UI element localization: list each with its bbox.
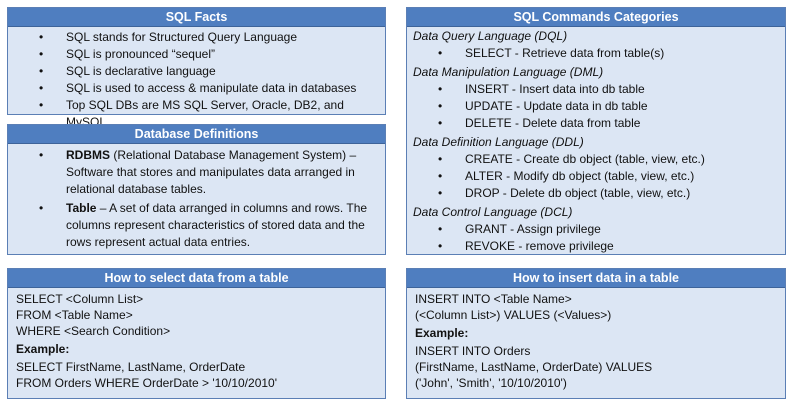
list-item: UPDATE - Update data in db table [407, 98, 785, 115]
category-name: Data Manipulation Language (DML) [413, 65, 604, 79]
example-label: Example: [16, 342, 70, 356]
definition-text: – A set of data arranged in columns and … [66, 201, 368, 249]
select-data-title: How to select data from a table [8, 269, 385, 288]
database-definitions-panel: Database Definitions RDBMS (Relational D… [7, 124, 386, 255]
code-line: WHERE <Search Condition> [16, 324, 171, 338]
code-line: ('John', 'Smith', '10/10/2010') [415, 376, 567, 390]
category-name: Data Definition Language (DDL) [413, 135, 584, 149]
sql-commands-categories-panel: SQL Commands Categories Data Query Langu… [406, 7, 786, 255]
list-item: GRANT - Assign privilege [407, 221, 785, 238]
insert-data-title: How to insert data in a table [407, 269, 785, 288]
definition-text: (Relational Database Management System) … [66, 148, 357, 196]
sql-facts-panel: SQL Facts SQL stands for Structured Quer… [7, 7, 386, 129]
code-line: SELECT FirstName, LastName, OrderDate [16, 360, 246, 374]
code-line: (<Column List>) VALUES (<Values>) [415, 308, 612, 322]
database-definitions-title: Database Definitions [8, 125, 385, 144]
list-item: DROP - Delete db object (table, view, et… [407, 185, 785, 202]
category-group-ddl: Data Definition Language (DDL) CREATE - … [407, 132, 785, 202]
category-group-dql: Data Query Language (DQL) SELECT - Retri… [407, 27, 785, 62]
category-group-dcl: Data Control Language (DCL) GRANT - Assi… [407, 202, 785, 255]
code-line: INSERT INTO Orders [415, 344, 531, 358]
list-item: SQL is pronounced “sequel” [8, 46, 385, 63]
example-label: Example: [415, 326, 469, 340]
list-item: INSERT - Insert data into db table [407, 81, 785, 98]
list-item: REVOKE - remove privilege [407, 238, 785, 255]
code-line: FROM Orders WHERE OrderDate > '10/10/201… [16, 376, 278, 390]
category-group-dml: Data Manipulation Language (DML) INSERT … [407, 62, 785, 132]
select-syntax: SELECT <Column List> FROM <Table Name> W… [8, 288, 385, 391]
sql-facts-list: SQL stands for Structured Query Language… [8, 27, 385, 131]
code-line: (FirstName, LastName, OrderDate) VALUES [415, 360, 653, 374]
code-line: FROM <Table Name> [16, 308, 133, 322]
insert-data-panel: How to insert data in a table INSERT INT… [406, 268, 786, 399]
code-line: INSERT INTO <Table Name> [415, 292, 572, 306]
code-line: SELECT <Column List> [16, 292, 144, 306]
list-item: SELECT - Retrieve data from table(s) [407, 45, 785, 62]
select-data-panel: How to select data from a table SELECT <… [7, 268, 386, 399]
sql-commands-categories-title: SQL Commands Categories [407, 8, 785, 27]
category-name: Data Control Language (DCL) [413, 205, 573, 219]
definition-term: RDBMS [66, 148, 110, 162]
insert-syntax: INSERT INTO <Table Name> (<Column List>)… [407, 288, 785, 391]
category-name: Data Query Language (DQL) [413, 29, 568, 43]
list-item: DELETE - Delete data from table [407, 115, 785, 132]
definition-item: RDBMS (Relational Database Management Sy… [8, 147, 375, 198]
sql-facts-title: SQL Facts [8, 8, 385, 27]
definitions-list: RDBMS (Relational Database Management Sy… [8, 144, 385, 251]
definition-item: Table – A set of data arranged in column… [8, 200, 375, 251]
definition-term: Table [66, 201, 97, 215]
list-item: SQL is declarative language [8, 63, 385, 80]
list-item: SQL stands for Structured Query Language [8, 29, 385, 46]
list-item: SQL is used to access & manipulate data … [8, 80, 385, 97]
list-item: CREATE - Create db object (table, view, … [407, 151, 785, 168]
list-item: ALTER - Modify db object (table, view, e… [407, 168, 785, 185]
